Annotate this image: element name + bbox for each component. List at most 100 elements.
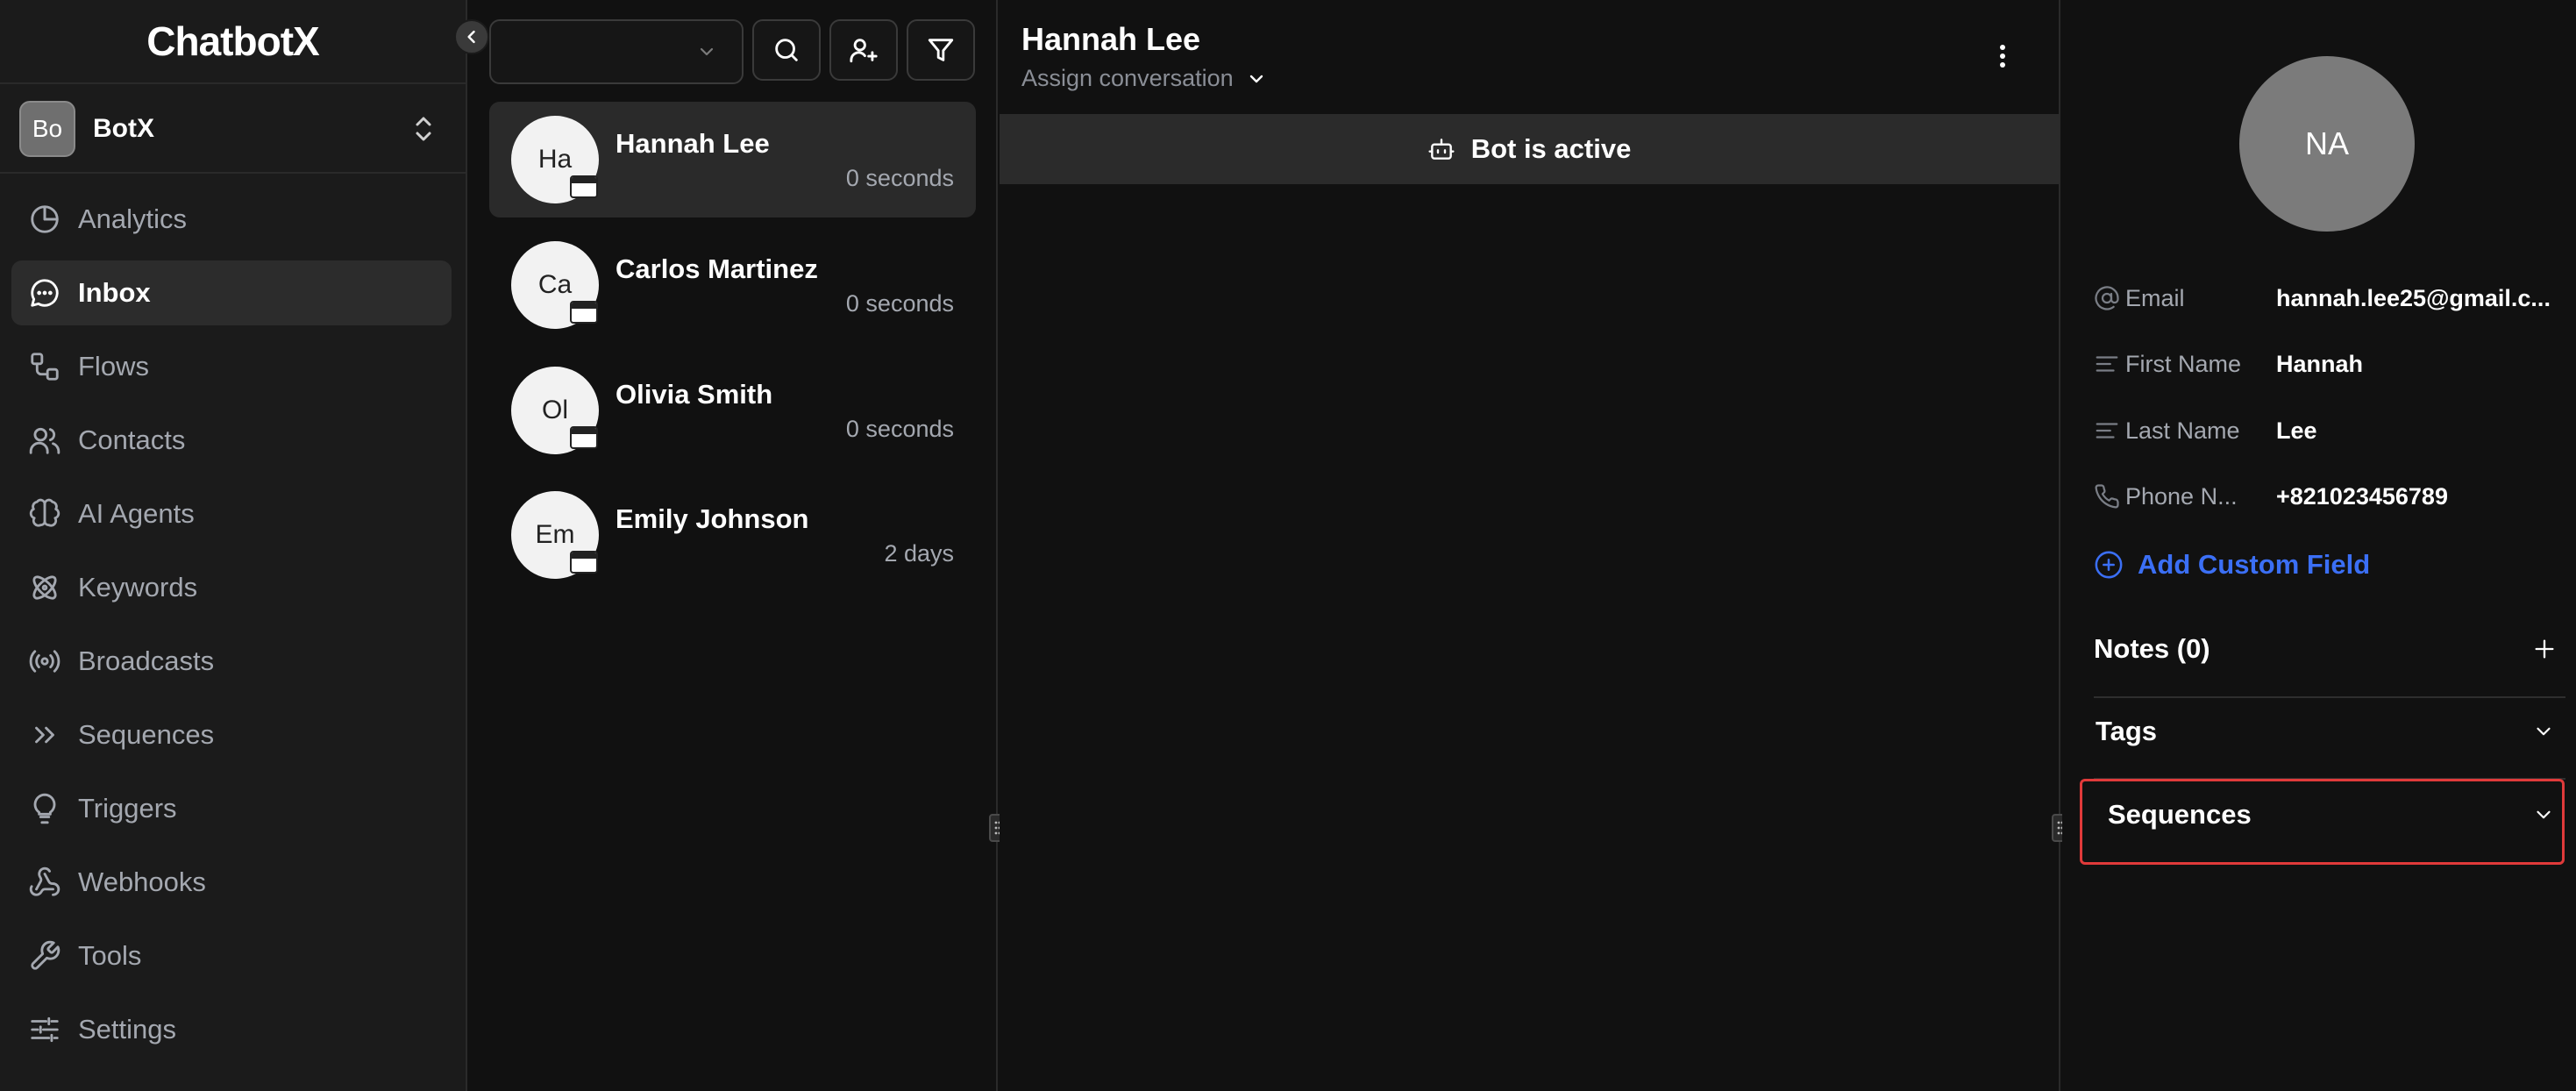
sidebar-nav: Analytics Inbox Flows Contacts AI Agents [11, 187, 452, 1071]
phone-icon [2094, 483, 2125, 510]
web-channel-icon [570, 175, 598, 198]
field-label: Email [2125, 284, 2185, 311]
plus-icon [2535, 639, 2554, 659]
add-custom-field-label: Add Custom Field [2138, 549, 2371, 580]
sidebar-item-sequences[interactable]: Sequences [11, 702, 452, 767]
broadcast-icon [27, 644, 62, 679]
chat-contact-name: Hannah Lee [1021, 21, 1201, 57]
bot-icon [1427, 135, 1471, 163]
conversation-list-panel: Ha Hannah Lee 0 seconds Ca Carlos Martin… [469, 0, 998, 1091]
sidebar-item-inbox[interactable]: Inbox [11, 260, 452, 325]
double-chevron-icon [27, 717, 62, 752]
filter-button[interactable] [907, 19, 975, 81]
web-channel-icon [570, 301, 598, 324]
add-note-button[interactable] [2532, 637, 2557, 661]
conversation-time: 0 seconds [845, 290, 954, 317]
conversation-name: Olivia Smith [616, 379, 773, 410]
field-label: Last Name [2125, 417, 2240, 444]
sidebar-item-label: Settings [78, 1014, 177, 1045]
sidebar-item-label: Tools [78, 940, 142, 971]
sidebar-item-label: Broadcasts [78, 645, 215, 676]
field-value: hannah.lee25@gmail.c... [2276, 284, 2551, 311]
sidebar-item-contacts[interactable]: Contacts [11, 408, 452, 473]
sidebar: ChatbotX Bo BotX Analytics Inbox Flows C… [0, 0, 467, 1091]
field-last-name[interactable]: Last Name Lee [2094, 413, 2567, 448]
conversation-name: Emily Johnson [616, 503, 809, 534]
field-email[interactable]: Email hannah.lee25@gmail.c... [2094, 281, 2567, 316]
sidebar-item-label: Triggers [78, 793, 177, 824]
sidebar-item-tools[interactable]: Tools [11, 923, 452, 988]
sidebar-item-label: Inbox [78, 277, 151, 308]
search-icon [772, 35, 801, 65]
workspace-avatar: Bo [19, 101, 75, 157]
chevron-up-down-icon [413, 114, 434, 144]
field-label: Phone N... [2125, 482, 2238, 510]
brain-icon [27, 496, 62, 531]
sidebar-item-label: Keywords [78, 572, 198, 603]
sidebar-item-triggers[interactable]: Triggers [11, 776, 452, 841]
sidebar-item-keywords[interactable]: Keywords [11, 555, 452, 620]
conversation-time: 2 days [884, 540, 954, 567]
chat-bubble-icon [27, 275, 62, 310]
sidebar-item-webhooks[interactable]: Webhooks [11, 850, 452, 915]
conversation-name: Hannah Lee [616, 128, 770, 159]
users-icon [27, 423, 62, 458]
sidebar-item-settings[interactable]: Settings [11, 997, 452, 1062]
conversation-item-emily-johnson[interactable]: Em Emily Johnson 2 days [489, 477, 976, 593]
sidebar-item-analytics[interactable]: Analytics [11, 187, 452, 252]
search-button[interactable] [752, 19, 821, 81]
assign-user-button[interactable] [829, 19, 898, 81]
chevron-down-icon [2532, 720, 2555, 743]
sidebar-item-label: Analytics [78, 203, 188, 234]
filter-icon [926, 35, 956, 65]
bot-status-bar: Bot is active [1000, 114, 2059, 184]
conversation-item-carlos-martinez[interactable]: Ca Carlos Martinez 0 seconds [489, 227, 976, 343]
tags-label: Tags [2096, 716, 2158, 746]
field-value: Lee [2276, 417, 2317, 444]
chevron-down-icon [1234, 68, 1267, 89]
chat-panel: Hannah Lee Assign conversation Bot is ac… [1000, 0, 2060, 1091]
sidebar-item-label: Contacts [78, 424, 186, 455]
conversation-name: Carlos Martinez [616, 253, 818, 284]
pie-chart-icon [27, 202, 62, 237]
lightbulb-icon [27, 791, 62, 826]
collapse-sidebar-button[interactable] [454, 19, 489, 54]
sidebar-item-label: Sequences [78, 719, 215, 750]
notes-section-header: Notes (0) [2094, 611, 2565, 687]
contact-details-panel: NA Email hannah.lee25@gmail.c... First N… [2062, 0, 2576, 1091]
web-channel-icon [570, 551, 598, 574]
conversation-item-olivia-smith[interactable]: Ol Olivia Smith 0 seconds [489, 353, 976, 468]
webhook-icon [27, 865, 62, 900]
sidebar-item-ai-agents[interactable]: AI Agents [11, 481, 452, 546]
atom-icon [27, 570, 62, 605]
web-channel-icon [570, 426, 598, 449]
bot-status-text: Bot is active [1470, 133, 1632, 164]
tags-section-header[interactable]: Tags [2094, 694, 2565, 769]
wrench-icon [27, 938, 62, 973]
more-options-button[interactable] [1997, 39, 2008, 74]
field-first-name[interactable]: First Name Hannah [2094, 346, 2567, 381]
assign-label: Assign conversation [1021, 65, 1234, 91]
sidebar-item-label: Flows [78, 351, 149, 381]
inbox-filter-select[interactable] [489, 19, 744, 84]
notes-label: Notes (0) [2094, 633, 2210, 664]
field-value: Hannah [2276, 350, 2364, 377]
chevron-down-icon [696, 41, 717, 62]
add-custom-field-button[interactable]: Add Custom Field [2094, 549, 2370, 581]
sequences-highlight [2080, 779, 2565, 865]
text-lines-icon [2094, 417, 2125, 444]
sidebar-item-label: Webhooks [78, 866, 206, 897]
more-vertical-icon [1997, 39, 2008, 74]
field-phone[interactable]: Phone N... +821023456789 [2094, 479, 2567, 514]
sidebar-item-broadcasts[interactable]: Broadcasts [11, 629, 452, 694]
conversation-time: 0 seconds [845, 416, 954, 442]
workspace-switcher[interactable]: Bo BotX [0, 86, 466, 174]
list-toolbar [489, 19, 975, 84]
text-lines-icon [2094, 351, 2125, 377]
conversation-item-hannah-lee[interactable]: Ha Hannah Lee 0 seconds [489, 102, 976, 217]
user-plus-icon [849, 35, 879, 65]
sidebar-item-flows[interactable]: Flows [11, 334, 452, 399]
field-label: First Name [2125, 350, 2242, 377]
workspace-name: BotX [93, 114, 154, 143]
assign-conversation-dropdown[interactable]: Assign conversation [1021, 65, 1267, 92]
